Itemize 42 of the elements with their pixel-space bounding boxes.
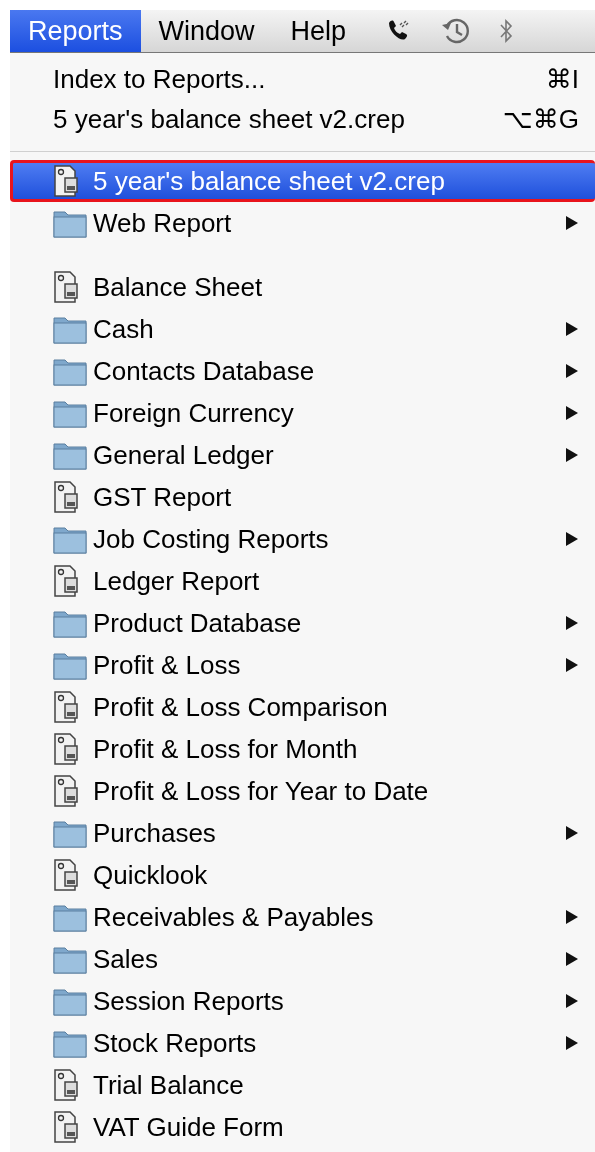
folder-icon [53,314,87,344]
menu-item[interactable]: Trial Balance [10,1064,595,1106]
folder-icon [53,608,87,638]
bluetooth-icon[interactable] [498,17,515,45]
menu-item[interactable]: VAT Guide Form [10,1106,595,1148]
menu-item[interactable]: Web Report [10,202,595,244]
menu-item[interactable]: Profit & Loss for Year to Date [10,770,595,812]
folder-icon [53,902,87,932]
folder-icon [53,1028,87,1058]
menu-item[interactable]: Balance Sheet [10,266,595,308]
menu-title[interactable]: Window [140,10,273,52]
folder-icon [53,356,87,386]
menu-item[interactable]: Ledger Report [10,560,595,602]
folder-icon [53,944,87,974]
menu-title[interactable]: Reports [10,10,141,52]
folder-icon [53,650,87,680]
menu-item[interactable]: Sales [10,938,595,980]
folder-icon [53,986,87,1016]
menu-item[interactable]: GST Report [10,476,595,518]
folder-icon [53,818,87,848]
menu-item[interactable]: Profit & Loss [10,644,595,686]
folder-icon [53,524,87,554]
menu-item[interactable]: Product Database [10,602,595,644]
menu-item[interactable]: General Ledger [10,434,595,476]
menu-item[interactable]: Purchases [10,812,595,854]
menu-item[interactable]: Receivables & Payables [10,896,595,938]
folder-icon [53,440,87,470]
menu-item[interactable]: Cash [10,308,595,350]
menu-item[interactable]: 5 year's balance sheet v2.crep ⌥⌘G [10,99,595,139]
folder-icon [53,208,87,238]
menu-item[interactable]: Session Reports [10,980,595,1022]
menu-item[interactable]: Job Costing Reports [10,518,595,560]
menu-item[interactable]: Quicklook [10,854,595,896]
menu-item[interactable]: Profit & Loss for Month [10,728,595,770]
menu-item[interactable]: Index to Reports... ⌘I [10,59,595,99]
menu-item[interactable]: Foreign Currency [10,392,595,434]
menu-item[interactable]: Contacts Database [10,350,595,392]
menu-title[interactable]: Help [272,10,365,52]
folder-icon [53,398,87,428]
menu-item[interactable]: Profit & Loss Comparison [10,686,595,728]
menu-item[interactable]: 5 year's balance sheet v2.crep [10,160,595,202]
menu-item[interactable]: Stock Reports [10,1022,595,1064]
